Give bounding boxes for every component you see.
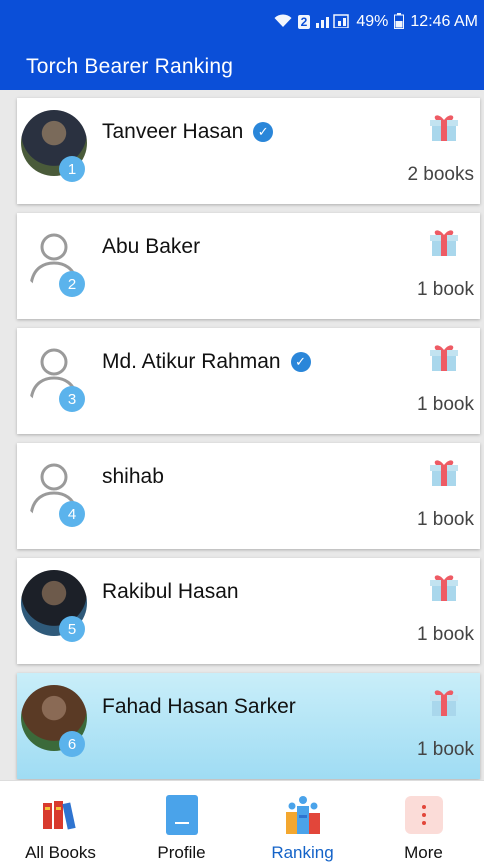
rank-badge: 1: [59, 156, 85, 182]
status-bar: 2 49% 12:46 AM: [0, 0, 484, 44]
user-name: Abu Baker: [102, 235, 201, 258]
rank-badge: 2: [59, 271, 85, 297]
ranking-list[interactable]: 1 Tanveer Hasan ✓ 2 books 2 Abu Baker 1 book 3 M…: [0, 90, 484, 780]
avatar[interactable]: 1: [21, 110, 87, 182]
app-bar: Torch Bearer Ranking: [0, 44, 484, 90]
page-title: Torch Bearer Ranking: [26, 55, 234, 78]
ranking-row[interactable]: 1 Tanveer Hasan ✓ 2 books: [17, 98, 480, 204]
verified-check-icon: ✓: [253, 122, 274, 142]
avatar[interactable]: 4: [21, 455, 87, 527]
gift-icon: [430, 227, 458, 257]
user-name-group: shihab: [102, 465, 164, 489]
nav-all-books[interactable]: All Books: [0, 781, 121, 865]
book-count: 1 book: [416, 624, 474, 645]
sim-badge: 2: [297, 15, 311, 29]
book-count: 1 book: [416, 509, 474, 530]
books-icon: [41, 793, 81, 837]
battery-percent: 49%: [356, 13, 389, 30]
ranking-row[interactable]: 2 Abu Baker 1 book: [17, 213, 480, 319]
rank-badge: 6: [59, 731, 85, 757]
clock: 12:46 AM: [410, 13, 478, 30]
bottom-navigation: All Books Profile Ranking More: [0, 780, 484, 865]
user-name: Md. Atikur Rahman: [102, 350, 281, 373]
avatar[interactable]: 5: [21, 570, 87, 642]
ranking-row[interactable]: 4 shihab 1 book: [17, 443, 480, 549]
book-count: 1 book: [416, 394, 474, 415]
nav-profile[interactable]: Profile: [121, 781, 242, 865]
book-count: 1 book: [416, 739, 474, 760]
user-name: Fahad Hasan Sarker: [102, 695, 296, 718]
user-name: Rakibul Hasan: [102, 580, 239, 603]
nav-label: More: [404, 843, 443, 862]
user-name-group: Tanveer Hasan ✓: [102, 120, 274, 144]
nav-label: Ranking: [271, 843, 334, 862]
user-name-group: Abu Baker: [102, 235, 200, 259]
ranking-row[interactable]: 3 Md. Atikur Rahman ✓ 1 book: [17, 328, 480, 434]
nav-more[interactable]: More: [363, 781, 484, 865]
rank-badge: 4: [59, 501, 85, 527]
gift-icon: [430, 572, 458, 602]
user-name: shihab: [102, 465, 164, 488]
user-name-group: Md. Atikur Rahman ✓: [102, 350, 311, 374]
book-count: 2 books: [407, 164, 474, 185]
gift-icon: [430, 342, 458, 372]
rank-badge: 5: [59, 616, 85, 642]
nav-label: All Books: [25, 843, 96, 862]
avatar[interactable]: 3: [21, 340, 87, 412]
user-name-group: Fahad Hasan Sarker: [102, 695, 296, 719]
ranking-row[interactable]: 5 Rakibul Hasan 1 book: [17, 558, 480, 664]
battery-icon: [394, 12, 405, 32]
wifi-icon: [274, 13, 292, 31]
more-icon: [404, 793, 444, 837]
avatar[interactable]: 6: [21, 685, 87, 757]
profile-book-icon: [162, 793, 202, 837]
gift-icon: [430, 457, 458, 487]
user-name: Tanveer Hasan: [102, 120, 244, 143]
verified-check-icon: ✓: [290, 352, 311, 372]
signal-icon: [316, 13, 350, 31]
gift-icon: [430, 687, 458, 717]
ranking-row[interactable]: 6 Fahad Hasan Sarker 1 book: [17, 673, 480, 779]
user-name-group: Rakibul Hasan: [102, 580, 239, 604]
nav-label: Profile: [157, 843, 206, 862]
book-count: 1 book: [416, 279, 474, 300]
rank-badge: 3: [59, 386, 85, 412]
ranking-icon: [283, 793, 323, 837]
avatar[interactable]: 2: [21, 225, 87, 297]
nav-ranking[interactable]: Ranking: [242, 781, 363, 865]
gift-icon: [430, 112, 458, 142]
